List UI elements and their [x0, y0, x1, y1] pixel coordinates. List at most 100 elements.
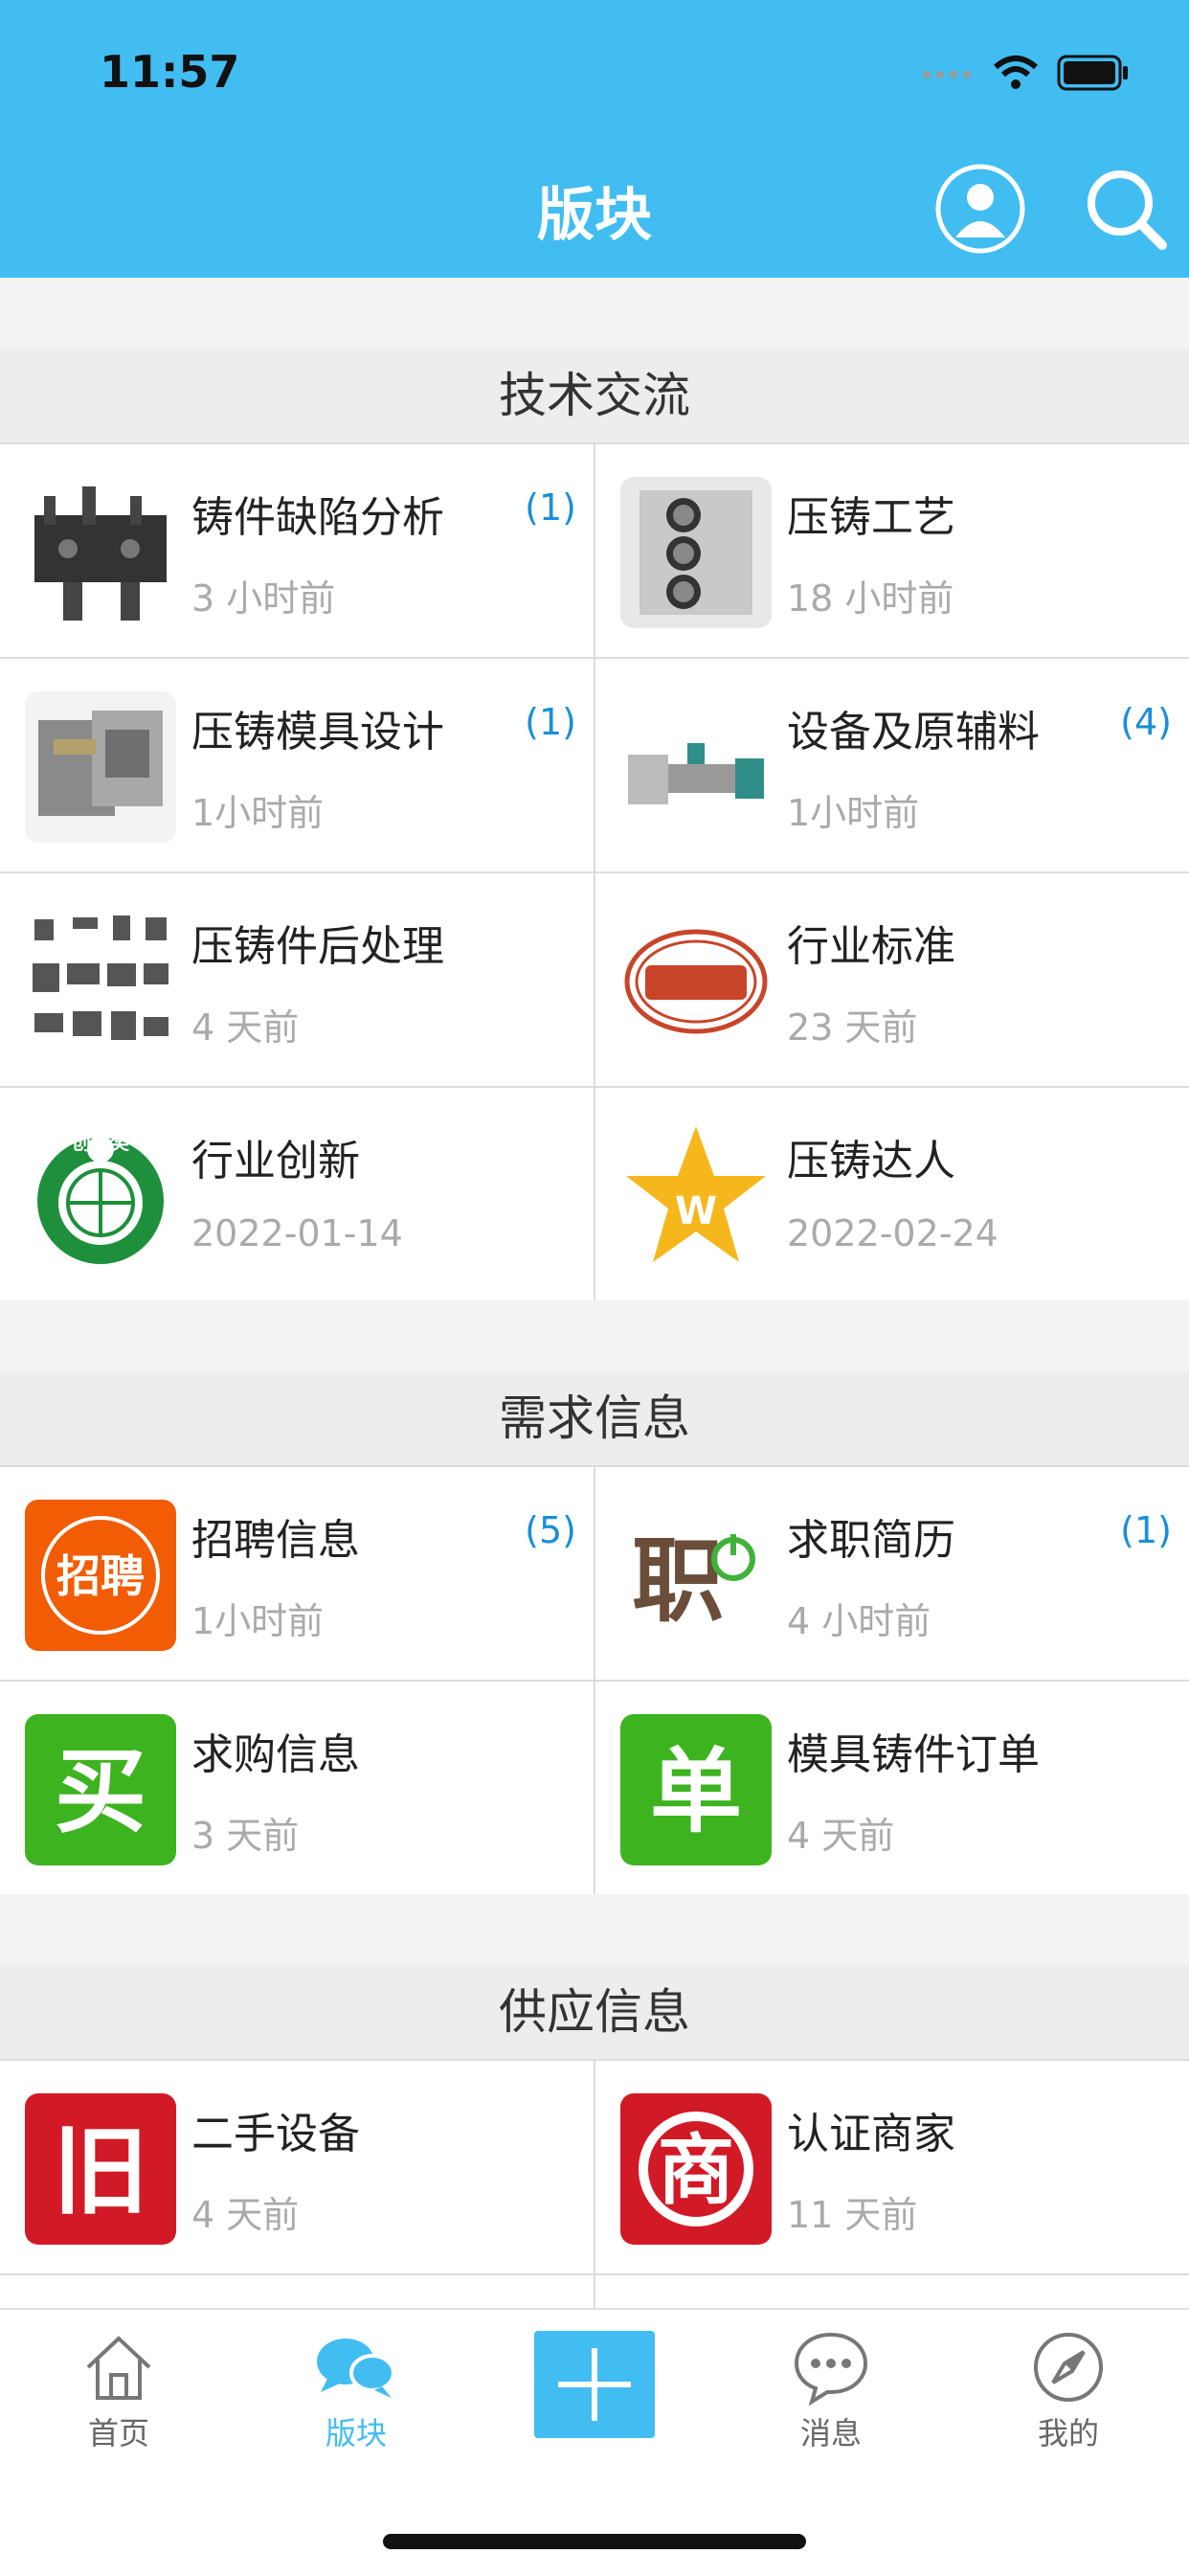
- merchant-logo: 商: [620, 2093, 772, 2245]
- board-name: 招聘信息: [191, 1516, 360, 1565]
- last-update-time: 1小时前: [191, 792, 325, 834]
- board-grid: 旧二手设备 4 天前 商 认证商家 11 天前: [0, 2059, 1189, 2308]
- board-item[interactable]: 买求购信息 3 天前: [0, 1680, 594, 1894]
- status-icons: [921, 54, 1130, 92]
- board-list: 技术交流 铸件缺陷分析 (1) 3 小时前 压铸工艺 18 小时前 压铸模具设计 (1) 1小时…: [0, 278, 1189, 2308]
- last-update-time: 2022-02-24: [787, 1212, 998, 1254]
- chat-bubbles-icon: [317, 2339, 395, 2398]
- svg-text:招聘: 招聘: [56, 1550, 145, 1602]
- board-item[interactable]: 行业标准 23 天前: [594, 871, 1189, 1086]
- board-name: 行业创新: [191, 1137, 360, 1186]
- svg-text:买: 买: [55, 1738, 146, 1845]
- board-section: 供应信息旧二手设备 4 天前 商 认证商家 11 天前: [0, 1965, 1189, 2308]
- new-post-count: (4): [1120, 701, 1172, 743]
- star-crown-icon: W: [620, 1120, 772, 1272]
- svg-text:单: 单: [650, 1738, 742, 1845]
- board-name: 压铸件后处理: [191, 922, 444, 971]
- last-update-time: 2022-01-14: [191, 1212, 403, 1254]
- last-update-time: 3 天前: [191, 1815, 300, 1857]
- board-name: 认证商家: [787, 2110, 955, 2158]
- board-name: 二手设备: [191, 2110, 360, 2158]
- home-indicator: [383, 2534, 806, 2549]
- app-header: 11:57 版块: [0, 0, 1189, 278]
- new-post-count: (1): [525, 486, 576, 529]
- post-button[interactable]: [534, 2331, 655, 2438]
- parts-image: [25, 906, 176, 1057]
- svg-text:商: 商: [658, 2126, 734, 2215]
- last-update-time: 4 天前: [191, 1006, 300, 1049]
- message-icon: [794, 2332, 868, 2406]
- compass-icon: [1034, 2333, 1103, 2402]
- order-logo: 单: [620, 1714, 772, 1865]
- status-time: 11:57: [100, 46, 240, 98]
- board-item[interactable]: 创新奖 行业创新 2022-01-14: [0, 1086, 594, 1300]
- board-section: 技术交流 铸件缺陷分析 (1) 3 小时前 压铸工艺 18 小时前 压铸模具设计 (1) 1小时…: [0, 349, 1189, 1300]
- svg-text:W: W: [675, 1189, 717, 1233]
- last-update-time: 11 天前: [787, 2194, 918, 2236]
- user-icon[interactable]: [934, 163, 1026, 255]
- last-update-time: 4 小时前: [787, 1600, 931, 1642]
- board-item[interactable]: 压铸件后处理 4 天前: [0, 871, 594, 1086]
- machine-image: [620, 691, 772, 843]
- casting-defect-image: [25, 477, 176, 628]
- last-update-time: 4 天前: [787, 1815, 895, 1857]
- mold-image: [25, 691, 176, 843]
- plus-icon: [558, 2348, 631, 2421]
- board-grid: 铸件缺陷分析 (1) 3 小时前 压铸工艺 18 小时前 压铸模具设计 (1) 1小时前 设备及…: [0, 442, 1189, 1300]
- board-name: 求购信息: [191, 1730, 360, 1779]
- svg-text:职: 职: [632, 1527, 724, 1635]
- section-title: 供应信息: [0, 1965, 1189, 2059]
- last-update-time: 1小时前: [787, 792, 920, 834]
- last-update-time: 3 小时前: [191, 577, 336, 620]
- board-item[interactable]: 商 认证商家 11 天前: [594, 2059, 1189, 2273]
- last-update-time: 18 小时前: [787, 577, 954, 620]
- last-update-time: 23 天前: [787, 1006, 918, 1049]
- section-title: 技术交流: [0, 349, 1189, 442]
- tab-boards-label: 版块: [325, 2415, 387, 2452]
- board-item[interactable]: 招聘 招聘信息 (5) 1小时前: [0, 1465, 594, 1680]
- tab-profile-label: 我的: [1037, 2415, 1099, 2452]
- job-logo: 职: [620, 1500, 772, 1651]
- board-name: 铸件缺陷分析: [191, 493, 444, 542]
- home-icon: [86, 2336, 151, 2400]
- board-item[interactable]: 压铸模具设计 (1) 1小时前: [0, 657, 594, 871]
- new-post-count: (1): [1120, 1509, 1172, 1551]
- wifi-icon: [994, 56, 1038, 89]
- tab-messages[interactable]: 消息: [754, 2329, 908, 2453]
- search-icon[interactable]: [1080, 163, 1172, 255]
- svg-text:旧: 旧: [53, 2115, 148, 2227]
- svg-text:创新奖: 创新奖: [71, 1131, 130, 1154]
- board-item[interactable]: 铸件缺陷分析 (1) 3 小时前: [0, 442, 594, 657]
- tab-home-label: 首页: [87, 2415, 149, 2452]
- board-item[interactable]: 单模具铸件订单 4 天前: [594, 1680, 1189, 1894]
- board-item[interactable]: 压铸工艺 18 小时前: [594, 442, 1189, 657]
- tab-messages-label: 消息: [799, 2415, 862, 2452]
- board-item[interactable]: 职 求职简历 (1) 4 小时前: [594, 1465, 1189, 1680]
- buy-logo: 买: [25, 1714, 176, 1865]
- board-item[interactable]: W 压铸达人 2022-02-24: [594, 1086, 1189, 1300]
- used-logo: 旧: [25, 2093, 176, 2245]
- new-post-count: (1): [525, 701, 576, 743]
- board-item: [0, 2273, 594, 2308]
- board-section: 需求信息 招聘 招聘信息 (5) 1小时前 职 求职简历 (1) 4 小时前买求购信息 3 天前 单…: [0, 1371, 1189, 1894]
- board-name: 行业标准: [787, 922, 955, 971]
- last-update-time: 4 天前: [191, 2194, 300, 2236]
- battery-icon: [1057, 55, 1128, 91]
- tab-profile[interactable]: 我的: [992, 2329, 1145, 2453]
- board-item[interactable]: 旧二手设备 4 天前: [0, 2059, 594, 2273]
- tab-bar: 首页 版块 消息 我的: [0, 2308, 1189, 2576]
- engine-block-image: [620, 477, 772, 628]
- new-post-count: (5): [525, 1509, 576, 1551]
- gb-logo: [620, 906, 772, 1057]
- last-update-time: 1小时前: [191, 1600, 325, 1642]
- board-item[interactable]: 设备及原辅料 (4) 1小时前: [594, 657, 1189, 871]
- tab-home[interactable]: 首页: [42, 2329, 195, 2453]
- board-item: [594, 2273, 1189, 2308]
- tab-boards[interactable]: 版块: [280, 2329, 433, 2453]
- recruit-logo: 招聘: [25, 1500, 176, 1651]
- board-name: 压铸工艺: [787, 493, 955, 542]
- board-name: 模具铸件订单: [787, 1730, 1040, 1779]
- board-grid: 招聘 招聘信息 (5) 1小时前 职 求职简历 (1) 4 小时前买求购信息 3 天前 单模具铸件…: [0, 1465, 1189, 1894]
- board-name: 设备及原辅料: [787, 708, 1040, 757]
- board-name: 压铸达人: [787, 1137, 955, 1186]
